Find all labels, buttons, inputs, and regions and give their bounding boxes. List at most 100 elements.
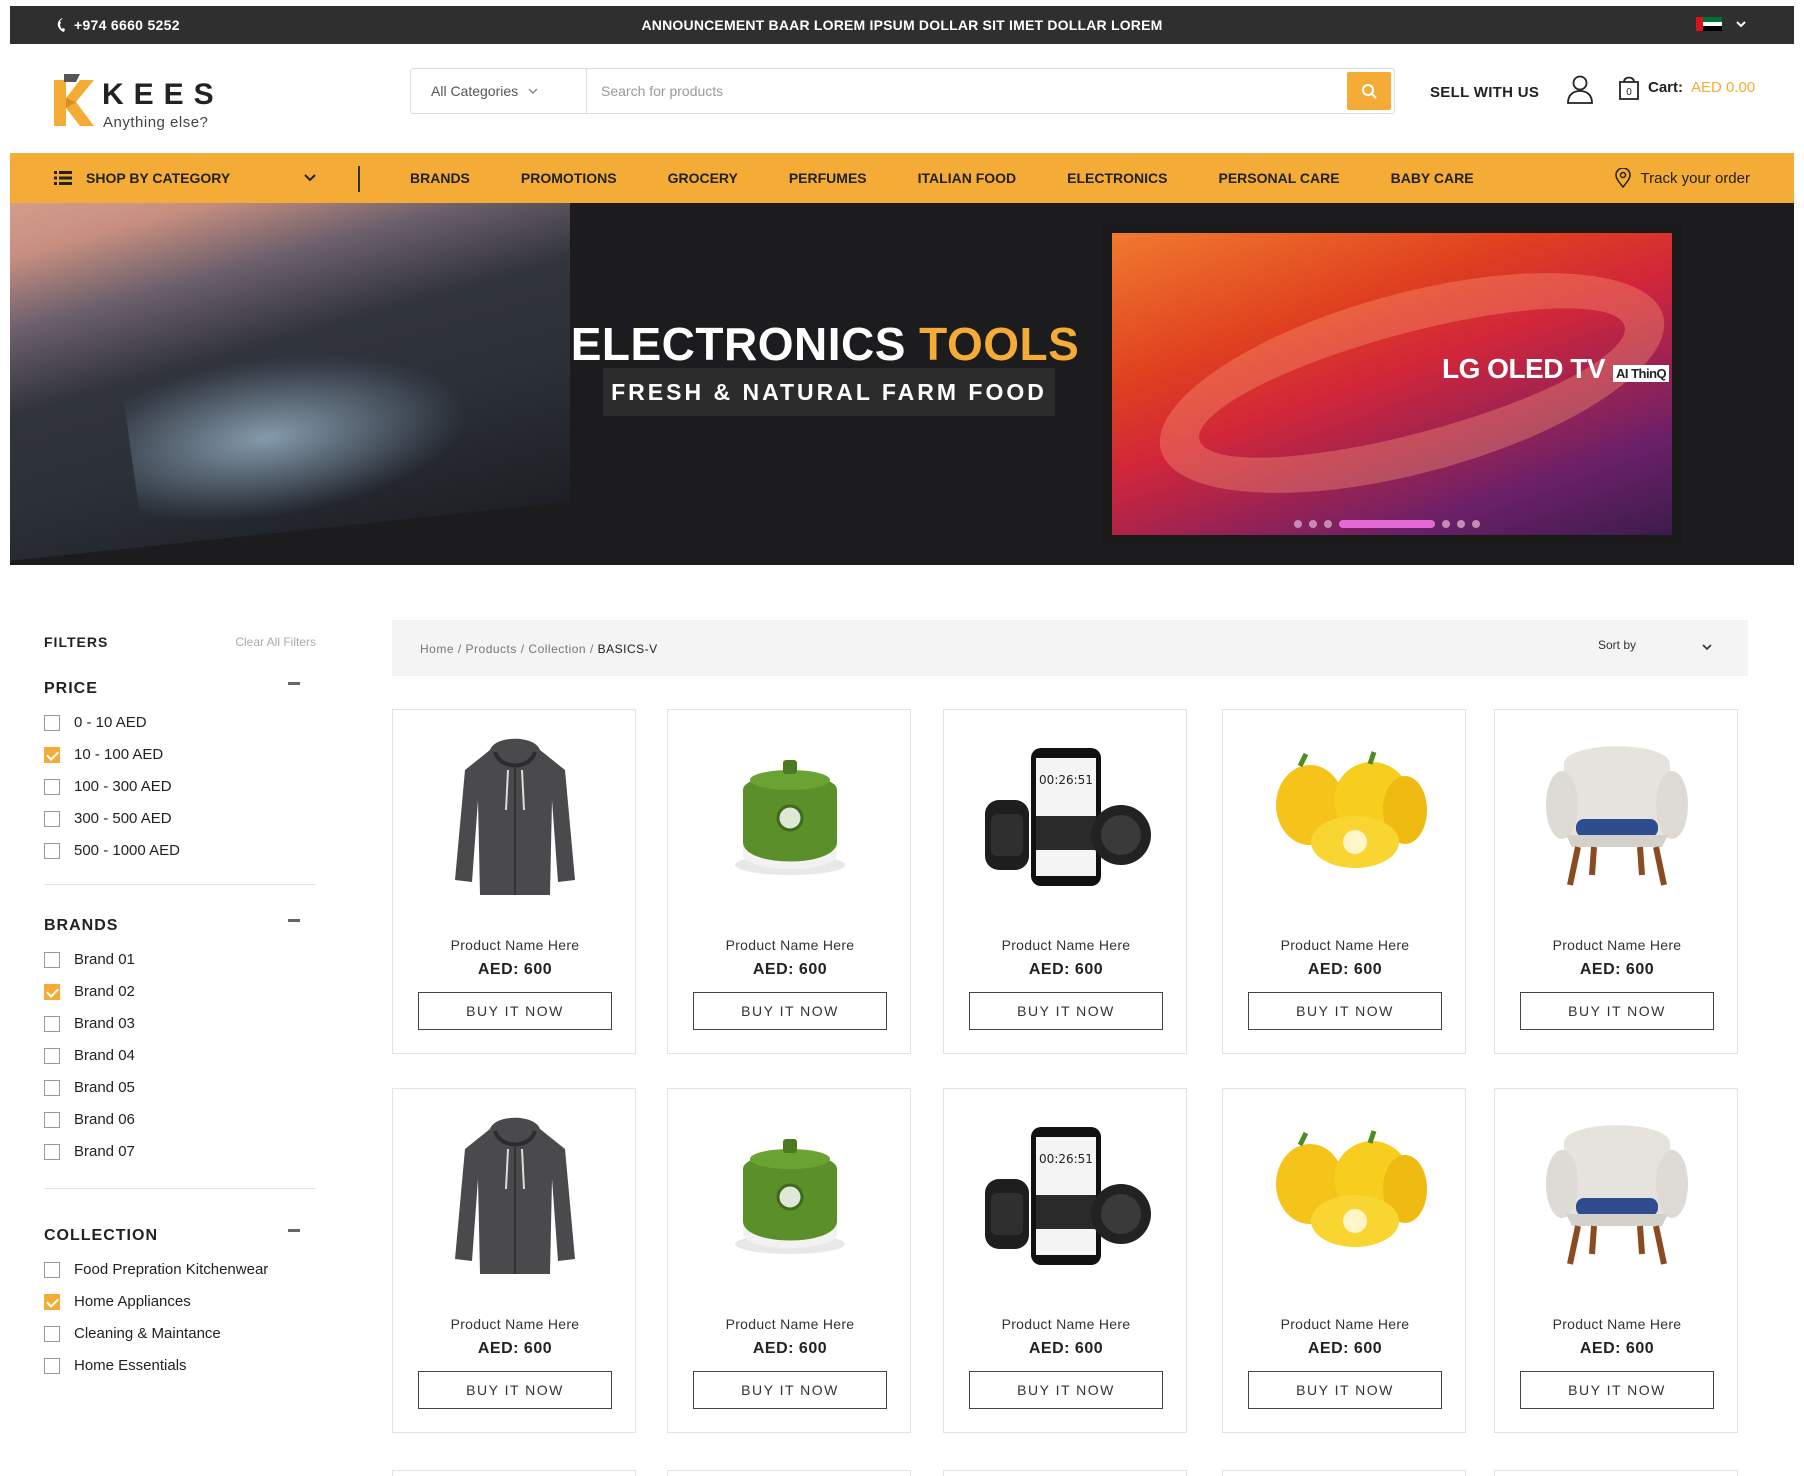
brand-option[interactable]: Brand 06 <box>44 1111 135 1128</box>
price-option[interactable]: 0 - 10 AED <box>44 714 147 731</box>
price-option[interactable]: 100 - 300 AED <box>44 778 172 795</box>
buy-it-now-button[interactable]: BUY IT NOW <box>969 992 1163 1030</box>
buy-it-now-button[interactable]: BUY IT NOW <box>1520 992 1714 1030</box>
search-input[interactable] <box>601 77 1201 105</box>
sort-by-select[interactable]: Sort by <box>1598 638 1712 652</box>
cart-button[interactable]: 0 Cart: AED 0.00 <box>1618 74 1755 100</box>
checkbox[interactable] <box>44 1111 60 1128</box>
nav-link-electronics[interactable]: ELECTRONICS <box>1067 170 1167 186</box>
collection-option[interactable]: Home Essentials <box>44 1357 187 1374</box>
collection-option[interactable]: Food Prepration Kitchenwear <box>44 1261 268 1278</box>
brand-option[interactable]: Brand 07 <box>44 1143 135 1160</box>
checkbox-checked[interactable] <box>44 1293 60 1310</box>
checkbox[interactable] <box>44 842 60 859</box>
nav-link-perfumes[interactable]: PERFUMES <box>789 170 867 186</box>
product-name[interactable]: Product Name Here <box>1495 1316 1739 1332</box>
language-selector[interactable] <box>1696 17 1746 32</box>
product-image-rice-cooker[interactable] <box>688 734 892 896</box>
buy-it-now-button[interactable]: BUY IT NOW <box>693 1371 887 1409</box>
product-image-hoodie[interactable] <box>413 734 617 896</box>
collapse-minus-icon[interactable] <box>288 919 300 922</box>
product-card[interactable]: Product Name Here AED: 600 BUY IT NOW <box>1494 709 1738 1054</box>
sell-with-us-link[interactable]: SELL WITH US <box>1430 84 1539 101</box>
product-card[interactable]: Product Name Here AED: 600 BUY IT NOW <box>1222 1088 1466 1433</box>
logo[interactable]: KEES Anything else? <box>50 70 220 131</box>
product-image-peppers[interactable] <box>1243 734 1447 896</box>
carousel-dot[interactable] <box>1309 520 1317 528</box>
product-name[interactable]: Product Name Here <box>393 1316 637 1332</box>
buy-it-now-button[interactable]: BUY IT NOW <box>693 992 887 1030</box>
carousel-dot[interactable] <box>1472 520 1480 528</box>
category-select[interactable]: All Categories <box>411 69 587 113</box>
product-card[interactable]: Product Name Here AED: 600 BUY IT NOW <box>392 709 636 1054</box>
track-order-link[interactable]: Track your order <box>1614 153 1750 203</box>
product-name[interactable]: Product Name Here <box>668 1316 912 1332</box>
product-card[interactable]: Product Name Here AED: 600 BUY IT NOW <box>667 1088 911 1433</box>
product-card[interactable]: Product Name Here AED: 600 BUY IT NOW <box>667 709 911 1054</box>
product-image-smartwatch[interactable]: 00:26:51 <box>964 1113 1168 1275</box>
collapse-minus-icon[interactable] <box>288 1229 300 1232</box>
buy-it-now-button[interactable]: BUY IT NOW <box>969 1371 1163 1409</box>
hero-banner[interactable]: LG OLED TV AI ThinQ ELECTRONICS TOOLS FRE… <box>10 203 1794 565</box>
checkbox-checked[interactable] <box>44 983 60 1000</box>
carousel-dot[interactable] <box>1457 520 1465 528</box>
checkbox[interactable] <box>44 810 60 827</box>
brand-option[interactable]: Brand 04 <box>44 1047 135 1064</box>
nav-link-personal-care[interactable]: PERSONAL CARE <box>1219 170 1340 186</box>
collection-option[interactable]: Cleaning & Maintance <box>44 1325 221 1342</box>
product-image-rice-cooker[interactable] <box>688 1113 892 1275</box>
carousel-dot-active[interactable] <box>1339 520 1435 528</box>
checkbox[interactable] <box>44 1143 60 1160</box>
checkbox[interactable] <box>44 1015 60 1032</box>
breadcrumb-collection[interactable]: Collection <box>528 642 586 656</box>
carousel-dot[interactable] <box>1324 520 1332 528</box>
product-name[interactable]: Product Name Here <box>1223 1316 1467 1332</box>
price-option[interactable]: 10 - 100 AED <box>44 746 163 763</box>
brand-option[interactable]: Brand 03 <box>44 1015 135 1032</box>
nav-link-baby-care[interactable]: BABY CARE <box>1391 170 1474 186</box>
product-card[interactable]: Product Name Here AED: 600 BUY IT NOW <box>1222 709 1466 1054</box>
collection-option[interactable]: Home Appliances <box>44 1293 191 1310</box>
product-name[interactable]: Product Name Here <box>944 1316 1188 1332</box>
product-image-peppers[interactable] <box>1243 1113 1447 1275</box>
product-card[interactable]: 00:26:51 Product Name Here AED: 600 BUY … <box>943 709 1187 1054</box>
carousel-dot[interactable] <box>1442 520 1450 528</box>
product-name[interactable]: Product Name Here <box>393 937 637 953</box>
brand-option[interactable]: Brand 02 <box>44 983 135 1000</box>
user-account-icon[interactable] <box>1566 74 1594 104</box>
buy-it-now-button[interactable]: BUY IT NOW <box>1248 1371 1442 1409</box>
nav-link-promotions[interactable]: PROMOTIONS <box>521 170 617 186</box>
search-button[interactable] <box>1347 72 1391 110</box>
checkbox[interactable] <box>44 1261 60 1278</box>
clear-all-filters-link[interactable]: Clear All Filters <box>235 635 316 649</box>
checkbox-checked[interactable] <box>44 746 60 763</box>
brand-option[interactable]: Brand 01 <box>44 951 135 968</box>
checkbox[interactable] <box>44 951 60 968</box>
nav-link-brands[interactable]: BRANDS <box>410 170 470 186</box>
nav-link-grocery[interactable]: GROCERY <box>668 170 738 186</box>
nav-link-italian-food[interactable]: ITALIAN FOOD <box>918 170 1017 186</box>
price-option[interactable]: 500 - 1000 AED <box>44 842 180 859</box>
product-name[interactable]: Product Name Here <box>1223 937 1467 953</box>
product-image-hoodie[interactable] <box>413 1113 617 1275</box>
buy-it-now-button[interactable]: BUY IT NOW <box>418 992 612 1030</box>
shop-by-category-dropdown[interactable]: SHOP BY CATEGORY <box>54 153 316 203</box>
collapse-minus-icon[interactable] <box>288 682 300 685</box>
product-name[interactable]: Product Name Here <box>668 937 912 953</box>
product-image-armchair[interactable] <box>1515 1113 1719 1275</box>
buy-it-now-button[interactable]: BUY IT NOW <box>1520 1371 1714 1409</box>
checkbox[interactable] <box>44 714 60 731</box>
buy-it-now-button[interactable]: BUY IT NOW <box>1248 992 1442 1030</box>
product-card[interactable]: Product Name Here AED: 600 BUY IT NOW <box>1494 1088 1738 1433</box>
checkbox[interactable] <box>44 1325 60 1342</box>
breadcrumb-home[interactable]: Home <box>420 642 454 656</box>
checkbox[interactable] <box>44 1079 60 1096</box>
breadcrumb-products[interactable]: Products <box>466 642 517 656</box>
product-name[interactable]: Product Name Here <box>1495 937 1739 953</box>
buy-it-now-button[interactable]: BUY IT NOW <box>418 1371 612 1409</box>
price-option[interactable]: 300 - 500 AED <box>44 810 172 827</box>
product-card[interactable]: Product Name Here AED: 600 BUY IT NOW <box>392 1088 636 1433</box>
checkbox[interactable] <box>44 1357 60 1374</box>
carousel-dot[interactable] <box>1294 520 1302 528</box>
checkbox[interactable] <box>44 778 60 795</box>
